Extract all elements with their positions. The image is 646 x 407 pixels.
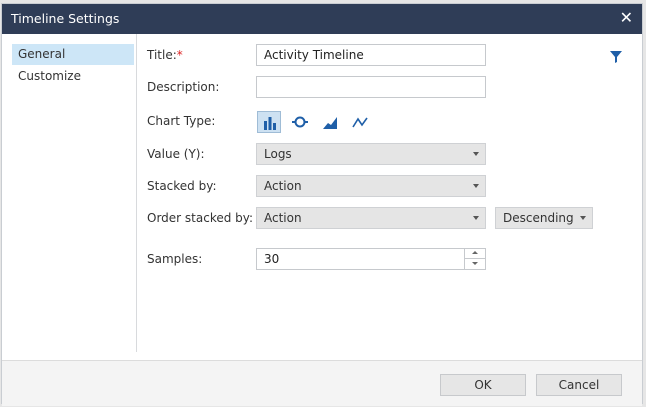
bar-chart-icon [264,117,276,130]
samples-label: Samples: [147,252,203,266]
chart-type-line-button[interactable] [348,111,372,133]
line-chart-icon [352,117,368,128]
timeline-settings-dialog: Timeline Settings ✕ General Customize Ti… [1,3,643,406]
chevron-down-icon [580,216,586,220]
area-chart-icon [323,117,337,129]
order-stacked-by-label: Order stacked by: [147,211,254,225]
stacked-by-label: Stacked by: [147,179,217,193]
sidebar-item-general[interactable]: General [12,44,134,65]
cancel-button[interactable]: Cancel [536,374,622,396]
title-label: Title:* [147,47,183,63]
dialog-titlebar: Timeline Settings ✕ [2,4,642,34]
dialog-footer: OK Cancel [2,360,642,406]
loop-icon [292,116,308,128]
order-direction-selected: Descending [503,211,574,225]
chevron-up-icon [472,251,478,254]
samples-increment[interactable] [465,248,486,259]
chart-type-bar-button[interactable] [257,111,281,133]
value-y-selected: Logs [264,147,292,161]
description-label: Description: [147,80,220,94]
dialog-title: Timeline Settings [11,11,120,26]
value-y-label: Value (Y): [147,147,205,161]
chevron-down-icon [473,152,479,156]
close-icon[interactable]: ✕ [620,9,633,27]
chart-type-label: Chart Type: [147,114,216,128]
order-stacked-by-select[interactable]: Action [256,207,486,229]
order-stacked-by-selected: Action [264,211,302,225]
samples-input[interactable]: 30 [256,248,486,270]
settings-sidebar: General Customize [2,34,137,352]
samples-stepper [464,248,486,270]
stacked-by-selected: Action [264,179,302,193]
description-input[interactable] [256,76,486,98]
chevron-down-icon [472,262,478,265]
order-direction-select[interactable]: Descending [495,207,593,229]
stacked-by-select[interactable]: Action [256,175,486,197]
chevron-down-icon [473,216,479,220]
chevron-down-icon [473,184,479,188]
ok-button[interactable]: OK [440,374,526,396]
samples-decrement[interactable] [465,259,486,269]
title-input[interactable]: Activity Timeline [256,44,486,66]
value-y-select[interactable]: Logs [256,143,486,165]
chart-type-area-button[interactable] [318,111,342,133]
filter-icon[interactable] [610,51,622,63]
required-mark: * [176,48,183,62]
chart-type-loop-button[interactable] [288,111,312,133]
sidebar-item-customize[interactable]: Customize [12,66,134,87]
title-label-text: Title: [147,48,177,62]
